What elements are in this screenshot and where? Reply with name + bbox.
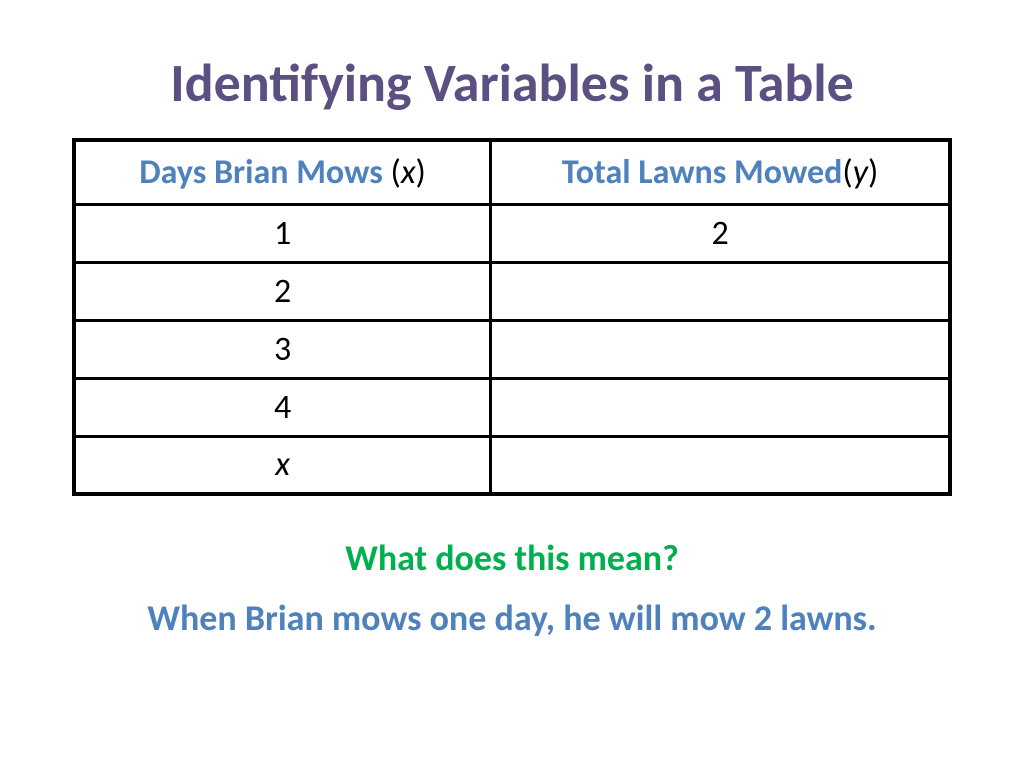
table-row: 2: [74, 262, 950, 320]
cell-x: 1: [74, 204, 491, 262]
cell-y: [491, 262, 950, 320]
table-row: 1 2: [74, 204, 950, 262]
cell-y: [491, 320, 950, 378]
col-header-y: Total Lawns Mowed(y): [491, 140, 950, 204]
col-header-y-label: Total Lawns Mowed: [562, 152, 843, 193]
cell-y: [491, 378, 950, 436]
cell-x: x: [74, 436, 491, 494]
cell-y: [491, 436, 950, 494]
table-row: x: [74, 436, 950, 494]
table-header-row: Days Brian Mows (x) Total Lawns Mowed(y): [74, 140, 950, 204]
table-row: 4: [74, 378, 950, 436]
cell-x: 4: [74, 378, 491, 436]
table-row: 3: [74, 320, 950, 378]
col-header-x: Days Brian Mows (x): [74, 140, 491, 204]
cell-y: 2: [491, 204, 950, 262]
col-header-x-var: (x): [391, 152, 426, 193]
page-title: Identifying Variables in a Table: [70, 50, 954, 116]
variables-table: Days Brian Mows (x) Total Lawns Mowed(y)…: [72, 138, 952, 496]
answer-text: When Brian mows one day, he will mow 2 l…: [70, 596, 954, 640]
col-header-y-var: (y): [842, 152, 878, 193]
cell-x: 3: [74, 320, 491, 378]
cell-x: 2: [74, 262, 491, 320]
col-header-x-label: Days Brian Mows: [139, 152, 383, 193]
question-text: What does this mean?: [70, 536, 954, 580]
